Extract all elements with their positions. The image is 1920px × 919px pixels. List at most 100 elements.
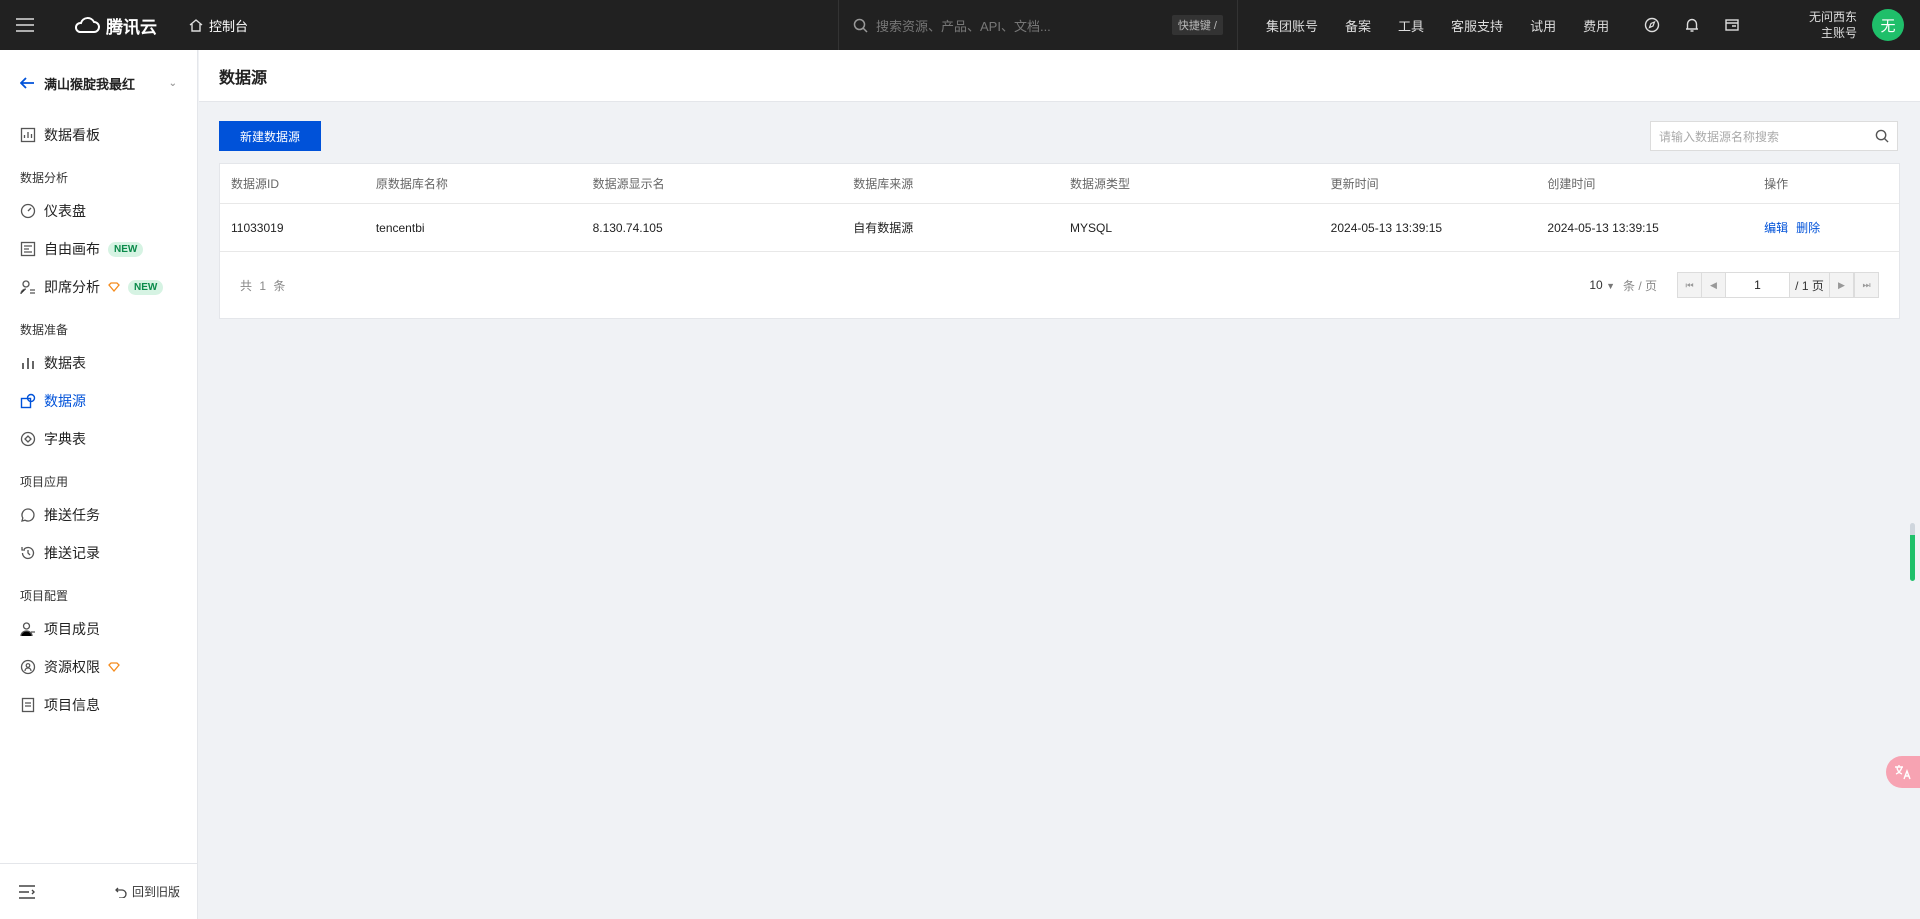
sidebar-item-label: 推送任务 [44, 507, 100, 523]
global-search[interactable]: 搜索资源、产品、API、文档... 快捷键 / [838, 0, 1238, 50]
brand-logo[interactable]: 腾讯云 [74, 13, 157, 38]
first-page-icon[interactable]: ⏮ [1678, 273, 1702, 297]
cloud-logo-icon [74, 17, 100, 33]
search-icon [853, 18, 868, 33]
cell-source: 自有数据源 [853, 221, 914, 235]
chart-board-icon [20, 127, 36, 143]
sidebar-item-label: 自由画布 [44, 241, 100, 257]
avatar[interactable]: 无 [1872, 9, 1904, 41]
top-icon-group [1644, 0, 1740, 50]
dictionary-icon [20, 431, 36, 447]
datasource-search-input[interactable]: 请输入数据源名称搜索 [1650, 121, 1898, 151]
shortcut-hint: 快捷键 / [1171, 15, 1223, 35]
column-header: 操作 [1764, 177, 1789, 191]
cart-icon[interactable] [1724, 17, 1740, 33]
sidebar-item-label: 数据源 [44, 393, 86, 409]
sidebar-item-datatable[interactable]: 数据表 [0, 344, 197, 382]
delete-link[interactable]: 删除 [1796, 221, 1820, 235]
sidebar-group-prep: 数据准备 [20, 323, 69, 337]
sidebar-item-yibiaopan[interactable]: 仪表盘 [0, 192, 197, 230]
edit-link[interactable]: 编辑 [1764, 221, 1788, 235]
diamond-icon [108, 662, 120, 672]
total-count: 共 1 条 [240, 278, 288, 293]
translate-icon [1895, 765, 1911, 780]
console-label: 控制台 [209, 18, 249, 34]
translate-float-icon[interactable] [1886, 756, 1920, 788]
sidebar-item-members[interactable]: 项目成员 [0, 610, 197, 648]
column-header: 数据源ID [231, 177, 280, 191]
sidebar-item-label: 项目信息 [44, 697, 100, 713]
home-icon [189, 18, 203, 32]
datasource-search-placeholder: 请输入数据源名称搜索 [1659, 129, 1780, 144]
top-nav-links: 集团账号 备案 工具 客服支持 试用 费用 [1266, 0, 1609, 50]
new-badge: NEW [128, 279, 164, 295]
nav-beian[interactable]: 备案 [1345, 16, 1371, 35]
user-info[interactable]: 无问西东 主账号 [1800, 9, 1857, 41]
new-datasource-button[interactable]: 新建数据源 [219, 121, 321, 151]
column-header: 数据库来源 [853, 177, 914, 191]
pager: 10 ▼ 条 / 页 ⏮ ◀ 1 / 1 页 ▶ ⏭ [1589, 272, 1879, 298]
sidebar-item-free-canvas[interactable]: 自由画布 NEW [0, 230, 197, 268]
table-header: 数据源ID 原数据库名称 数据源显示名 数据库来源 数据源类型 更新时间 创建时… [220, 164, 1899, 204]
sidebar-item-label: 项目成员 [44, 621, 100, 637]
top-navigation-bar: 腾讯云 控制台 搜索资源、产品、API、文档... 快捷键 / 集团账号 备案 … [0, 0, 1920, 50]
cell-id: 11033019 [231, 220, 284, 235]
compass-icon[interactable] [1644, 17, 1660, 33]
column-header: 更新时间 [1330, 177, 1379, 191]
sidebar-item-datasource[interactable]: 数据源 [0, 382, 197, 420]
sidebar-item-label: 数据看板 [44, 127, 100, 143]
table-row: 11033019 tencentbi 8.130.74.105 自有数据源 MY… [220, 204, 1899, 252]
cell-updated: 2024-05-13 13:39:15 [1330, 220, 1443, 235]
datasource-table: 数据源ID 原数据库名称 数据源显示名 数据库来源 数据源类型 更新时间 创建时… [219, 163, 1900, 319]
sidebar-item-project-info[interactable]: 项目信息 [0, 686, 197, 724]
prev-page-icon[interactable]: ◀ [1702, 273, 1726, 297]
sidebar-group-analysis: 数据分析 [20, 171, 69, 185]
cell-display-name: 8.130.74.105 [592, 220, 663, 235]
back-arrow-icon[interactable] [20, 77, 34, 89]
sidebar-footer: 回到旧版 [0, 863, 198, 919]
sidebar-item-label: 数据表 [44, 355, 86, 371]
search-icon[interactable] [1875, 129, 1889, 143]
page-size-select[interactable]: 10 ▼ [1589, 278, 1615, 292]
bar-chart-icon [22, 358, 34, 369]
sidebar-item-push-log[interactable]: 推送记录 [0, 534, 197, 572]
nav-billing[interactable]: 费用 [1583, 16, 1609, 35]
cell-db-name: tencentbi [375, 220, 425, 235]
hamburger-menu-button[interactable] [0, 0, 50, 50]
console-link[interactable]: 控制台 [189, 16, 248, 35]
last-page-icon[interactable]: ⏭ [1854, 273, 1878, 297]
nav-trial[interactable]: 试用 [1530, 16, 1556, 35]
sidebar-item-permissions[interactable]: 资源权限 [0, 648, 197, 686]
nav-support[interactable]: 客服支持 [1451, 16, 1503, 35]
back-to-old-label: 回到旧版 [131, 885, 180, 899]
total-pages: / 1 页 [1790, 273, 1830, 297]
person-analysis-icon [20, 280, 35, 295]
column-header: 数据源类型 [1069, 177, 1130, 191]
sidebar-item-label: 推送记录 [44, 545, 100, 561]
sidebar-item-adhoc-analysis[interactable]: 即席分析 NEW [0, 268, 197, 306]
back-to-old-version-button[interactable]: 回到旧版 [115, 883, 180, 900]
sidebar: 满山猴腚我最红 ⌄ 数据看板 数据分析 仪表盘 自由画布 NEW 即席分析 NE… [0, 50, 198, 919]
gauge-icon [20, 203, 36, 219]
user-role: 主账号 [1820, 26, 1857, 40]
new-badge: NEW [108, 241, 144, 257]
permission-icon [20, 659, 36, 675]
history-icon [21, 546, 35, 560]
sidebar-item-label: 即席分析 [44, 279, 100, 295]
collapse-sidebar-icon[interactable] [18, 884, 36, 899]
next-page-icon[interactable]: ▶ [1830, 273, 1854, 297]
bell-icon[interactable] [1684, 17, 1700, 33]
sidebar-item-dictionary[interactable]: 字典表 [0, 420, 197, 458]
sidebar-item-dashboard[interactable]: 数据看板 [0, 116, 197, 154]
project-name: 满山猴腚我最红 [44, 76, 136, 92]
cell-actions: 编辑 删除 [1753, 219, 1899, 236]
sidebar-item-push-task[interactable]: 推送任务 [0, 496, 197, 534]
page-number-input[interactable]: 1 [1726, 273, 1790, 297]
cell-type: MYSQL [1069, 220, 1112, 235]
nav-group-account[interactable]: 集团账号 [1266, 16, 1318, 35]
document-icon [21, 697, 35, 713]
scroll-indicator[interactable] [1910, 523, 1915, 581]
project-selector[interactable]: 满山猴腚我最红 ⌄ [0, 50, 197, 116]
nav-tools[interactable]: 工具 [1398, 16, 1424, 35]
sidebar-item-label: 字典表 [44, 431, 86, 447]
